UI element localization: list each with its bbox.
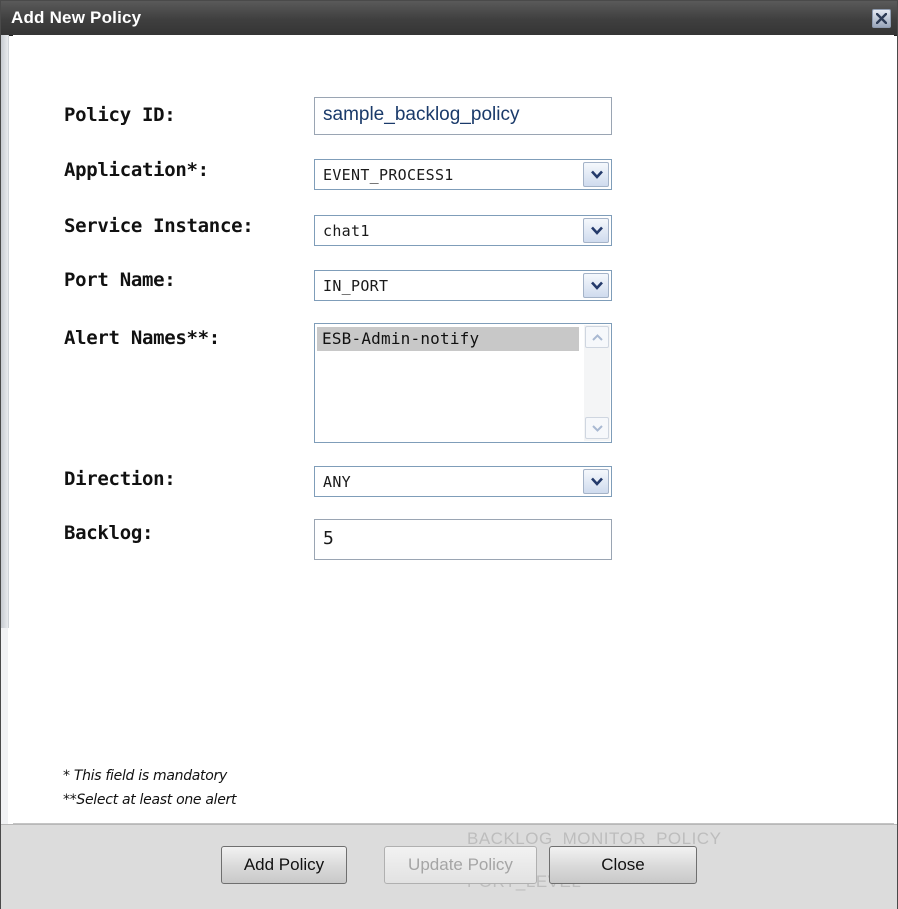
application-select[interactable]: EVENT_PROCESS1 — [314, 159, 612, 190]
port-name-select[interactable]: IN_PORT — [314, 270, 612, 301]
policy-id-input[interactable]: sample_backlog_policy — [314, 97, 612, 135]
chevron-down-icon[interactable] — [583, 273, 609, 298]
list-item[interactable]: ESB-Admin-notify — [317, 327, 579, 351]
alert-names-listbox[interactable]: ESB-Admin-notify — [314, 323, 612, 443]
port-name-value: IN_PORT — [323, 277, 389, 295]
chevron-down-icon[interactable] — [583, 162, 609, 187]
close-button[interactable]: Close — [549, 846, 697, 884]
left-edge-strip-lower — [1, 628, 8, 824]
backlog-input[interactable]: 5 — [314, 519, 612, 560]
alert-name-item: ESB-Admin-notify — [322, 329, 480, 348]
service-instance-value: chat1 — [323, 222, 370, 240]
title-bar[interactable]: Add New Policy — [1, 1, 897, 36]
service-instance-select[interactable]: chat1 — [314, 215, 612, 246]
button-bar: BACKLOG_MONITOR_POLICY PORT_LEVEL Add Po… — [1, 824, 897, 909]
close-x-icon[interactable] — [872, 9, 891, 28]
update-policy-button[interactable]: Update Policy — [384, 846, 537, 884]
add-policy-dialog: Add New Policy Policy ID: sample_backlog… — [0, 0, 898, 909]
service-instance-label: Service Instance: — [64, 215, 254, 237]
chevron-down-icon[interactable] — [583, 469, 609, 494]
port-name-label: Port Name: — [64, 269, 176, 291]
direction-value: ANY — [323, 473, 351, 491]
mandatory-note: * This field is mandatory — [63, 768, 227, 784]
backlog-value: 5 — [323, 528, 334, 549]
chevron-down-icon[interactable] — [583, 218, 609, 243]
application-value: EVENT_PROCESS1 — [323, 166, 454, 184]
scroll-up-icon[interactable] — [585, 326, 609, 348]
scroll-down-icon[interactable] — [585, 417, 609, 439]
select-alert-note: **Select at least one alert — [63, 792, 237, 808]
add-policy-button[interactable]: Add Policy — [221, 846, 347, 884]
direction-select[interactable]: ANY — [314, 466, 612, 497]
policy-id-label: Policy ID: — [64, 104, 176, 126]
application-label: Application*: — [64, 159, 209, 181]
direction-label: Direction: — [64, 468, 176, 490]
left-edge-strip — [1, 35, 9, 628]
backlog-label: Backlog: — [64, 522, 154, 544]
alert-names-label: Alert Names**: — [64, 327, 220, 349]
listbox-scrollbar[interactable] — [584, 325, 610, 441]
dialog-title: Add New Policy — [11, 8, 142, 27]
policy-id-value: sample_backlog_policy — [323, 104, 520, 125]
